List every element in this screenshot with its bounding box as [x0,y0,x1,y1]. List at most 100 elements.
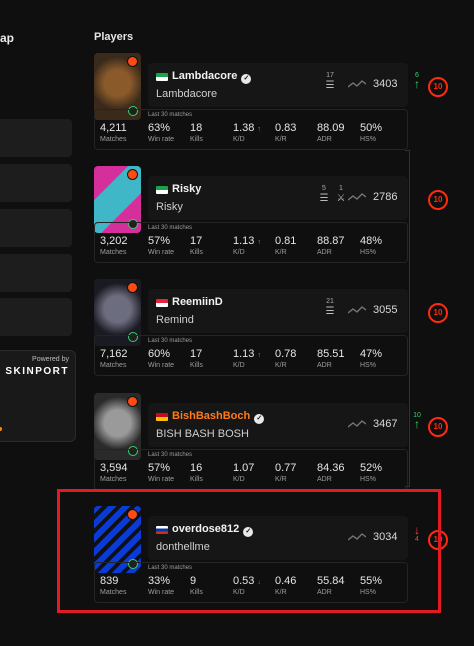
stat-kr: 0.77 K/R [275,462,296,483]
highlight-box [57,489,441,613]
stat-label: K/R [275,476,287,483]
stat-value: 47% [360,348,383,360]
stat-label: ADR [317,249,332,256]
crossed-swords-icon: ⚔ [336,193,346,204]
stat-value: 1.13 [233,348,255,360]
stat-value: 4,211 [100,122,127,134]
sponsor-powered-by: Powered by [32,356,69,363]
elo-value: 3055 [373,304,398,316]
verified-icon: ✓ [254,414,265,424]
sponsor-banner[interactable]: Powered by SKINPORT [0,350,76,442]
handshake-icon: ☰ [319,193,329,204]
stat-value: 17 [190,348,203,360]
country-flag-icon [156,413,168,421]
elo-change: 6 ↑ [410,72,424,90]
stat-label: K/D [233,136,245,143]
stat-win-rate: 57% Win rate [148,235,174,256]
stat-label: HS% [360,476,376,483]
stat-label: Matches [100,476,127,483]
stat-value: 18 [190,122,203,134]
level-badge-icon [127,56,138,67]
player-card[interactable]: Risky Risky 5 ☰ 1 ⚔ 2786 10 Last 30 matc… [94,166,448,263]
player-name-text: ReemiinD [172,296,223,308]
player-nickname: Lambdacore [156,88,218,100]
verified-icon: ✓ [241,74,252,84]
elo-value: 3403 [373,78,398,90]
player-name[interactable]: BishBashBoch ✓ [172,410,265,424]
player-name[interactable]: Lambdacore ✓ [172,70,252,84]
level-badge-icon [127,396,138,407]
left-panel-row[interactable] [0,164,72,202]
stat-matches: 3,594 Matches [100,462,128,483]
stat-value: 50% [360,122,383,134]
player-card[interactable]: ReemiinD Remind 21 ☰ 3055 10 Last 30 mat… [94,279,448,376]
player-card[interactable]: BishBashBoch ✓ BISH BASH BOSH 3467 10 ↑ 1… [94,393,448,490]
player-header[interactable]: Lambdacore ✓ Lambdacore 17 ☰ 3403 6 ↑ 10 [148,63,448,107]
country-flag-icon [156,186,168,194]
sponsor-dot [0,427,2,431]
stat-kd: 1.13 ↑ K/D [233,348,261,369]
match-history-stat: 17 ☰ [324,72,336,91]
handshake-icon: ☰ [325,80,335,91]
skill-level-icon: 10 [428,303,448,323]
stat-value: 88.87 [317,235,345,247]
stat-label: Kills [190,249,203,256]
stat-value: 48% [360,235,383,247]
stat-adr: 88.87 ADR [317,235,345,256]
stats-panel: Last 30 matches 3,594 Matches 57% Win ra… [94,449,408,490]
country-flag-icon [156,73,168,81]
stat-kills: 17 Kills [190,235,203,256]
stat-label: Kills [190,476,203,483]
stats-caption: Last 30 matches [148,112,193,118]
player-name-text: BishBashBoch [172,410,251,422]
match-history-count: 21 [326,298,334,305]
stat-label: K/R [275,362,287,369]
stat-label: Matches [100,249,127,256]
stat-value: 0.77 [275,462,297,474]
stat-label: K/R [275,136,287,143]
match-history-stat: 5 ☰ [318,185,330,204]
elo-value: 3467 [373,418,398,430]
stat-value: 57% [148,235,171,247]
stat-value: 84.36 [317,462,345,474]
elo-trend-icon [348,80,366,88]
arrow-up-icon: ↑ [414,417,420,431]
player-header[interactable]: BishBashBoch ✓ BISH BASH BOSH 3467 10 ↑ 1… [148,403,448,447]
stat-label: Win rate [148,136,175,143]
level-badge-icon [127,282,138,293]
stat-label: Win rate [148,476,175,483]
stat-hs: 50% HS% [360,122,382,143]
left-panel-row[interactable] [0,209,72,247]
arrow-up-icon: ↑ [414,77,420,91]
stat-label: Kills [190,362,203,369]
left-panel-row[interactable] [0,254,72,292]
players-section-title: Players [94,31,134,43]
elo-value: 2786 [373,191,398,203]
stat-label: K/D [233,476,245,483]
stat-value: 3,594 [100,462,128,474]
stats-panel: Last 30 matches 7,162 Matches 60% Win ra… [94,335,408,376]
player-nickname: Risky [156,201,183,213]
player-name[interactable]: ReemiinD [172,296,223,308]
stat-win-rate: 63% Win rate [148,122,174,143]
stats-panel: Last 30 matches 3,202 Matches 57% Win ra… [94,222,408,263]
match-history-count: 17 [326,72,334,79]
elo-trend-icon [348,306,366,314]
skill-level-icon: 10 [428,190,448,210]
player-name[interactable]: Risky [172,183,201,195]
stat-win-rate: 57% Win rate [148,462,174,483]
player-header[interactable]: Risky Risky 5 ☰ 1 ⚔ 2786 10 [148,176,448,220]
left-panel-row[interactable] [0,119,72,157]
stat-label: Kills [190,136,203,143]
left-panel-row[interactable] [0,298,72,336]
stat-adr: 84.36 ADR [317,462,345,483]
stat-value: 3,202 [100,235,128,247]
stat-value: 57% [148,462,171,474]
stat-kr: 0.78 K/R [275,348,296,369]
stat-value: 1.07 [233,462,255,474]
stat-adr: 88.09 ADR [317,122,345,143]
player-header[interactable]: ReemiinD Remind 21 ☰ 3055 10 [148,289,448,333]
stat-label: Win rate [148,362,175,369]
stat-value: 16 [190,462,203,474]
player-card[interactable]: Lambdacore ✓ Lambdacore 17 ☰ 3403 6 ↑ 10 … [94,53,448,150]
